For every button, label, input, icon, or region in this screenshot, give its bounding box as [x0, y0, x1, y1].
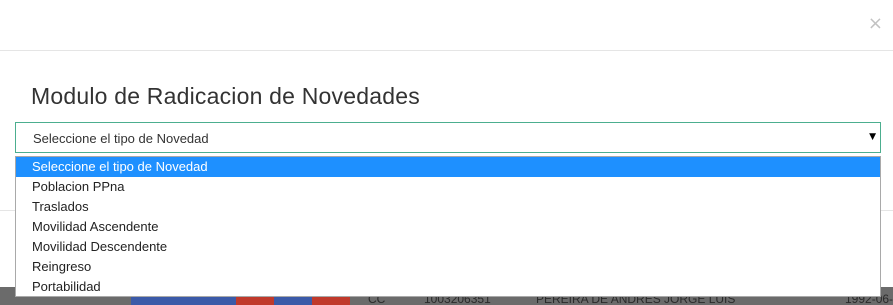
modal-header: × [0, 0, 893, 51]
novedad-type-options: Seleccione el tipo de Novedad Poblacion … [15, 156, 881, 297]
option-portabilidad[interactable]: Portabilidad [16, 277, 880, 297]
option-seleccione[interactable]: Seleccione el tipo de Novedad [16, 157, 880, 177]
option-movilidad-ascendente[interactable]: Movilidad Ascendente [16, 217, 880, 237]
option-poblacion-ppna[interactable]: Poblacion PPna [16, 177, 880, 197]
modal-title: Modulo de Radicacion de Novedades [31, 83, 420, 109]
select-current-value: Seleccione el tipo de Novedad [33, 131, 209, 146]
novedad-type-select[interactable]: Seleccione el tipo de Novedad ▼ [15, 122, 881, 153]
option-traslados[interactable]: Traslados [16, 197, 880, 217]
option-movilidad-descendente[interactable]: Movilidad Descendente [16, 237, 880, 257]
option-reingreso[interactable]: Reingreso [16, 257, 880, 277]
dropdown-arrow-icon: ▼ [869, 132, 876, 142]
close-icon[interactable]: × [868, 14, 883, 34]
